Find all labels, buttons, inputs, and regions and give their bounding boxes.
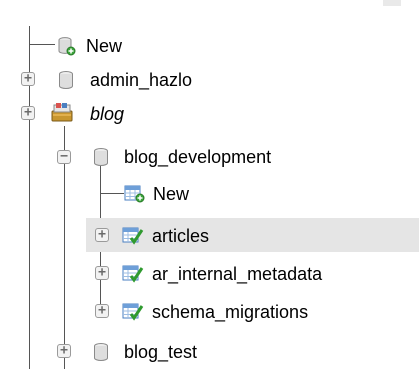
tree-item-label: New: [153, 184, 190, 204]
database-icon: [94, 343, 108, 361]
database-group-icon: [51, 103, 73, 122]
database-icon: [94, 148, 108, 166]
tree-item-label: admin_hazlo: [90, 70, 193, 90]
tree-item-table-articles[interactable]: + articles: [86, 218, 419, 252]
tree-item-label: ar_internal_metadata: [152, 264, 323, 284]
tree-item-new-database[interactable]: New: [0, 28, 419, 62]
expand-icon[interactable]: +: [21, 106, 35, 120]
tree-item-label: blog_test: [124, 342, 198, 362]
tree-item-database-admin-hazlo[interactable]: + admin_hazlo: [0, 62, 419, 96]
tree-item-label: articles: [152, 226, 210, 246]
expand-icon[interactable]: +: [95, 266, 109, 280]
table-structure-icon: [122, 227, 144, 245]
expand-icon[interactable]: +: [21, 72, 35, 86]
new-database-icon: [58, 37, 76, 56]
database-icon: [59, 71, 73, 89]
tree-item-label: blog: [90, 104, 125, 124]
scroll-edge: [383, 0, 401, 6]
expand-icon[interactable]: +: [57, 344, 71, 358]
tree-item-table-ar-internal-metadata[interactable]: + ar_internal_metadata: [0, 256, 419, 290]
tree-item-label: schema_migrations: [152, 302, 309, 322]
tree-item-label: New: [86, 36, 123, 56]
tree-item-table-schema-migrations[interactable]: + schema_migrations: [0, 294, 419, 328]
tree-item-database-blog-test[interactable]: + blog_test: [0, 334, 419, 368]
tree-item-database-blog[interactable]: + blog: [0, 96, 419, 130]
table-structure-icon: [122, 303, 144, 321]
tree-item-new-table[interactable]: New: [0, 176, 419, 210]
tree-item-label: blog_development: [124, 147, 272, 167]
collapse-icon[interactable]: −: [57, 150, 71, 164]
expand-icon[interactable]: +: [95, 228, 109, 242]
new-table-icon: [124, 185, 145, 203]
tree-item-database-blog-development[interactable]: − blog_development: [0, 140, 419, 174]
database-navigation-tree: New + admin_hazlo + blog − blog_developm…: [0, 0, 419, 369]
expand-icon[interactable]: +: [95, 304, 109, 318]
table-structure-icon: [122, 265, 144, 283]
